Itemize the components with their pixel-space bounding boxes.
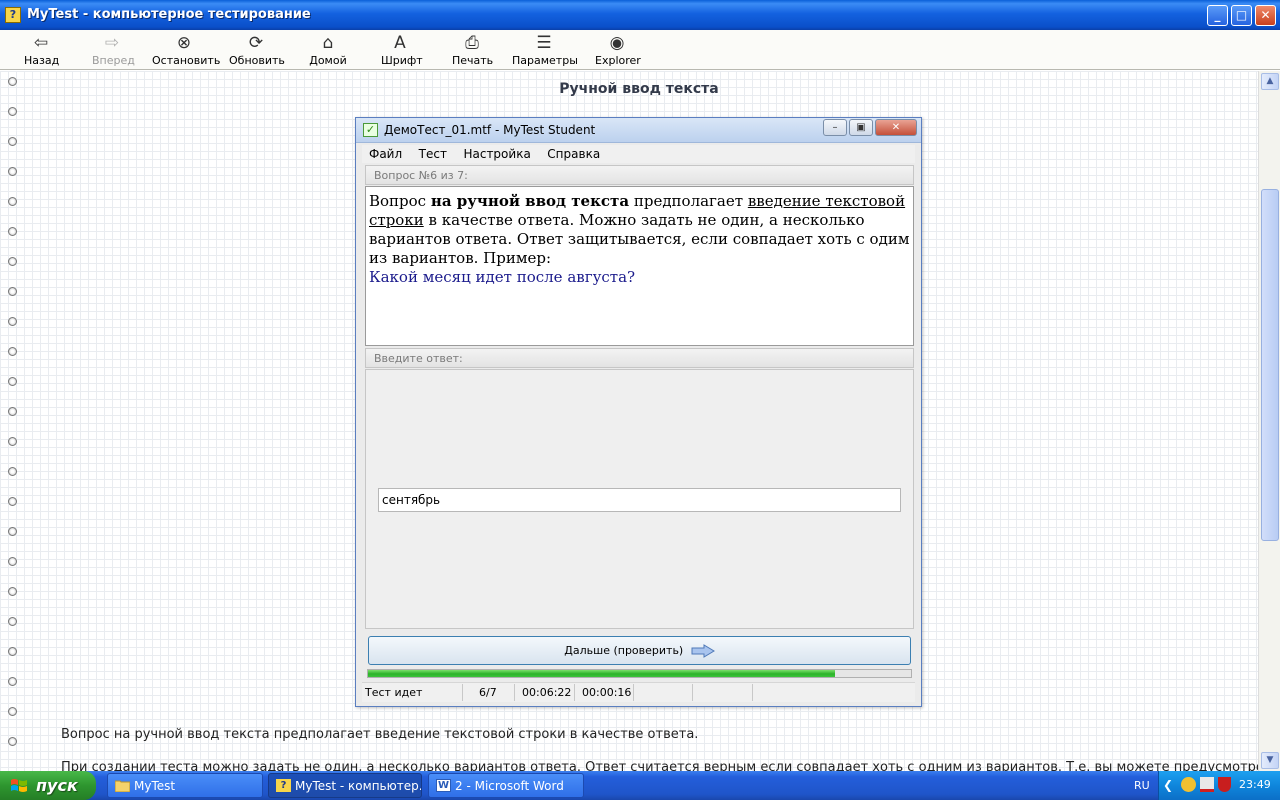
language-indicator[interactable]: RU [1134,779,1150,792]
next-check-button[interactable]: Дальше (проверить) [368,636,911,665]
next-check-label: Дальше (проверить) [564,644,684,657]
taskbar: пуск MyTest ? MyTest - компьютер... W 2 … [0,771,1280,800]
question-number-header: Вопрос №6 из 7: [365,165,914,185]
back-arrow-icon: ⇦ [33,33,49,53]
student-status-bar: Тест идет 6/7 00:06:22 00:00:16 [362,682,915,702]
tray-app-icon[interactable] [1181,777,1196,792]
font-button[interactable]: A Шрифт [381,32,423,68]
checkmark-icon: ✓ [363,123,378,137]
page-title: Ручной ввод текста [559,81,719,97]
student-maximize-button[interactable]: ▣ [849,119,873,136]
scrollbar-thumb[interactable] [1261,189,1279,541]
menu-file[interactable]: Файл [362,145,408,161]
student-minimize-button[interactable]: – [823,119,847,136]
mytest-app-icon: ? [5,7,21,23]
status-counter: 6/7 [479,686,497,699]
forward-label: Вперед [92,54,135,67]
home-button[interactable]: ⌂ Домой [309,32,347,68]
start-button[interactable]: пуск [0,771,96,800]
maximize-button[interactable]: □ [1231,5,1252,26]
page-paragraph-2: При создании теста можно задать не один,… [61,760,1258,771]
minimize-button[interactable]: _ [1207,5,1228,26]
stop-icon: ⊗ [176,33,192,53]
menu-help[interactable]: Справка [540,145,606,161]
explorer-label: Explorer [595,54,641,67]
status-question-time: 00:00:16 [582,686,632,699]
answer-header: Введите ответ: [365,348,914,368]
tray-expand-icon[interactable]: ❮ [1163,778,1173,792]
folder-icon [115,780,130,792]
vertical-scrollbar[interactable]: ▲ ▼ [1258,71,1280,771]
windows-logo-icon [11,779,27,792]
toolbar: ⇦ Назад ⇨ Вперед ⊗ Остановить ⟳ Обновить… [0,30,1280,70]
scroll-up-icon[interactable]: ▲ [1261,73,1279,90]
font-icon: A [394,33,406,53]
word-icon: W [436,779,451,792]
student-title-bar: ✓ ДемоТест_01.mtf - MyTest Student – ▣ ✕ [356,118,921,143]
home-label: Домой [309,54,347,67]
taskbar-item-mytest-app[interactable]: ? MyTest - компьютер... [268,773,422,798]
window-title: MyTest - компьютерное тестирование [27,7,311,22]
menu-settings[interactable]: Настройка [456,145,536,161]
stop-label: Остановить [152,54,221,67]
page-paragraph-1: Вопрос на ручной ввод текста предполагае… [61,727,699,742]
back-label: Назад [24,54,60,67]
student-window-title: ДемоТест_01.mtf - MyTest Student [384,123,596,137]
settings-label: Параметры [512,54,578,67]
refresh-button[interactable]: ⟳ Обновить [229,32,285,68]
stop-button[interactable]: ⊗ Остановить [152,32,220,68]
question-text: Вопрос на ручной ввод текста предполагае… [365,186,914,346]
back-button[interactable]: ⇦ Назад [24,32,60,68]
status-state: Тест идет [365,686,423,699]
forward-arrow-icon: ⇨ [104,33,120,53]
answer-input[interactable]: сентябрь [378,488,901,512]
explorer-icon: ◉ [609,33,625,53]
tray-antivirus-icon[interactable] [1200,777,1214,792]
next-arrow-icon [691,644,715,658]
forward-button[interactable]: ⇨ Вперед [92,32,135,68]
print-button[interactable]: ⎙ Печать [452,32,494,68]
answer-area: сентябрь [365,369,914,629]
mytest-student-window: ✓ ДемоТест_01.mtf - MyTest Student – ▣ ✕… [355,117,922,707]
refresh-label: Обновить [229,54,285,67]
test-progress-fill [368,670,835,677]
close-button[interactable]: ✕ [1255,5,1276,26]
tray-shield-icon[interactable] [1218,777,1231,792]
system-tray: ❮ 23:49 [1158,771,1280,800]
notebook-rings [8,77,18,767]
print-icon: ⎙ [465,33,479,53]
scroll-down-icon[interactable]: ▼ [1261,752,1279,769]
mytest-app-icon: ? [276,779,291,792]
home-icon: ⌂ [322,33,334,53]
print-label: Печать [452,54,494,67]
settings-icon: ☰ [536,33,552,53]
window-title-bar: ? MyTest - компьютерное тестирование _ □… [0,0,1280,30]
taskbar-item-word[interactable]: W 2 - Microsoft Word [428,773,584,798]
menu-test[interactable]: Тест [412,145,453,161]
taskbar-item-mytest-folder[interactable]: MyTest [107,773,263,798]
student-menu-bar: Файл Тест Настройка Справка [362,145,915,163]
start-label: пуск [36,776,78,795]
settings-button[interactable]: ☰ Параметры [512,32,578,68]
status-elapsed-time: 00:06:22 [522,686,572,699]
clock: 23:49 [1239,778,1271,791]
font-label: Шрифт [381,54,423,67]
refresh-icon: ⟳ [248,33,264,53]
question-example: Какой месяц идет после августа? [369,268,636,286]
test-progress-bar [367,669,912,678]
student-close-button[interactable]: ✕ [875,119,917,136]
explorer-button[interactable]: ◉ Explorer [595,32,641,68]
